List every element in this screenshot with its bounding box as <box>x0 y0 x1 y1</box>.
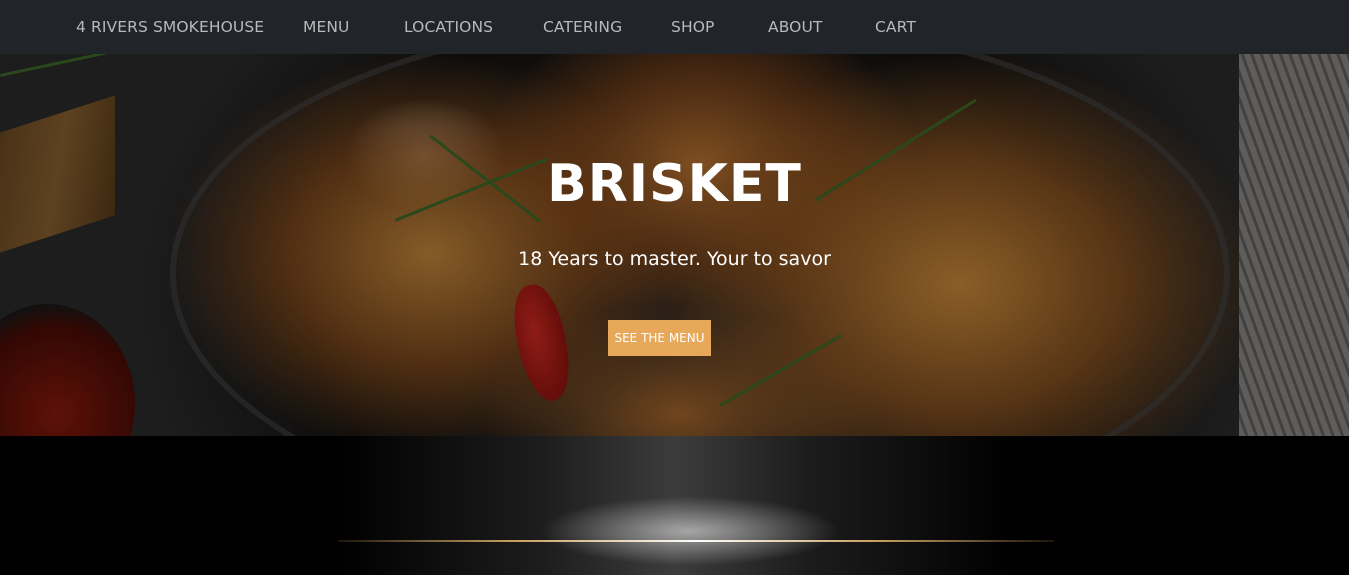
hero-overlay <box>0 54 1349 436</box>
nav-item-cart[interactable]: CART <box>875 0 916 54</box>
hero-title: BRISKET <box>547 154 802 214</box>
nav-item-shop[interactable]: SHOP <box>671 0 714 54</box>
decorative-band <box>0 436 1349 575</box>
nav-item-menu[interactable]: MENU <box>303 0 350 54</box>
band-glow <box>540 496 840 566</box>
hero-banner: BRISKET 18 Years to master. Your to savo… <box>0 54 1349 436</box>
hero-subtitle: 18 Years to master. Your to savor <box>518 248 831 270</box>
top-navbar: 4 RIVERS SMOKEHOUSE MENU LOCATIONS CATER… <box>0 0 1349 54</box>
nav-item-about[interactable]: ABOUT <box>768 0 822 54</box>
brand-link[interactable]: 4 RIVERS SMOKEHOUSE <box>76 0 264 54</box>
nav-item-locations[interactable]: LOCATIONS <box>404 0 493 54</box>
nav-item-catering[interactable]: CATERING <box>543 0 622 54</box>
gold-divider-line <box>338 540 1054 542</box>
see-the-menu-button[interactable]: SEE THE MENU <box>608 320 711 356</box>
